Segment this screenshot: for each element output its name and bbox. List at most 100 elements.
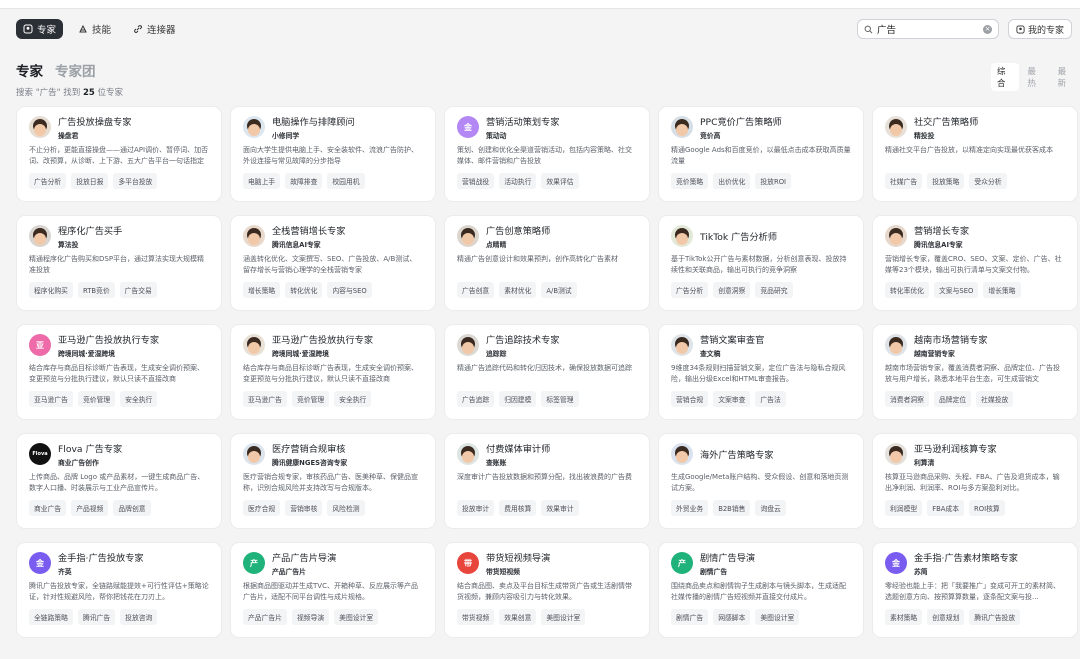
tag-chip: 投放审计 [457,500,495,516]
expert-card[interactable]: 亚马逊广告投放执行专家 跨境同城·爱湿跨境 结合库存与商品目标诊断广告表现，生成安全… [231,325,435,419]
tab-skills[interactable]: 技能 [71,19,118,39]
card-author: 腾讯信息AI专家 [914,241,963,249]
tag-chip: 效果创意 [499,609,537,625]
page-heading: 专家 专家团 [16,60,96,80]
card-title: 电脑操作与排障顾问 [272,117,355,128]
card-tags: 亚马逊广告 竞价管理 安全执行 [29,391,209,407]
tag-chip: 剧情广告 [671,609,709,625]
amazon-ads-logo-icon: 亚 [29,334,51,356]
my-experts-button[interactable]: 我的专家 [1008,19,1072,39]
flova-logo-icon: Flova [29,443,51,465]
expert-card[interactable]: 社交广告策略师 精投投 精通社交平台广告投放，以精准定向实现最优获客成本 社媒广告 投放… [873,107,1077,201]
tag-chip: ROI核算 [969,500,1005,516]
card-title-block: 付费媒体审计师 查账账 [486,441,550,467]
expert-card[interactable]: 越南市场营销专家 越南营销专家 越南市场营销专家，覆盖消费者洞察、品牌定位、广告投放… [873,325,1077,419]
tag-chip: 多平台投放 [113,173,158,189]
avatar [885,116,907,138]
card-author: 精投投 [914,132,935,140]
tag-chip: 视频导演 [291,609,330,625]
avatar-face-icon [248,342,260,354]
tab-experts[interactable]: 专家 [16,19,64,39]
card-header: 亚马逊利润核算专家 利算清 [885,443,1065,467]
card-description: 深度审计广告投放数据和预算分配，找出被浪费的广告费 [457,473,632,481]
expert-card[interactable]: Flova Flova 广告专家 商业广告创作 上传商品、品牌 Logo 或产品素材，… [17,434,221,528]
avatar [243,334,265,356]
expert-card[interactable]: 广告投放操盘专家 操盘君 不止分析，更能直接操盘——通过API调价、暂停词、加否词、… [17,107,221,201]
card-tags: 剧情广告 网感脚本 美图设计室 [671,609,851,625]
expert-card[interactable]: 营销增长专家 腾讯信息AI专家 营销增长专家，覆盖CRO、SEO、文案、定价、广告、… [873,216,1077,310]
card-header: 产剧情广告导演 剧情广告 [671,552,851,576]
card-title-block: 全栈营销增长专家 腾讯信息AI专家 [272,223,346,249]
expert-card[interactable]: 亚马逊利润核算专家 利算清 核算亚马逊商品采购、头程、FBA、广告及退货成本，输出净… [873,434,1077,528]
expert-card[interactable]: 广告创意策略师 点睛睛 精通广告创意设计和效果预判，创作高转化广告素材 广告创意 素材优… [445,216,649,310]
tag-chip: 标签管理 [541,391,579,407]
avatar-face-icon [248,451,260,463]
card-header: 亚亚马逊广告投放执行专家 跨境同城·爱湿跨境 [29,334,209,358]
tab-connectors[interactable]: 连接器 [126,19,183,39]
card-title: 营销增长专家 [914,226,970,237]
card-header: 医疗营销合规审核 腾讯健康NGES咨询专家 [243,443,423,467]
card-title-block: 营销文案审查官 查文稿 [700,332,764,358]
card-author: 越南营销专家 [914,350,955,358]
card-title: 医疗营销合规审核 [272,444,346,455]
sort-hottest[interactable]: 最热 [1021,63,1049,91]
card-description: 精通广告创意设计和效果预判，创作高转化广告素材 [457,255,618,263]
expert-card[interactable]: 海外广告策略专家 生成Google/Meta账户结构、受众假设、创意和落地页测试方… [659,434,863,528]
tag-chip: 亚马逊广告 [29,391,73,407]
card-description: 零经验也能上手：把「我要推广」变成可开工的素材简、选题创意方向、按预算算数量，逐… [885,582,1060,601]
avatar-face-icon [462,451,474,463]
card-title-block: 金手指·广告素材策略专家 苏简 [914,550,1018,576]
card-header: 亚马逊广告投放执行专家 跨境同城·爱湿跨境 [243,334,423,358]
tag-chip: 效果审计 [541,500,579,516]
tag-chip: 增长策略 [243,282,281,298]
card-title: 广告投放操盘专家 [58,117,132,128]
avatar-face-icon [890,451,902,463]
expert-card[interactable]: 亚亚马逊广告投放执行专家 跨境同城·爱湿跨境 结合库存与商品目标诊断广告表现，生成安… [17,325,221,419]
expert-card[interactable]: 全栈营销增长专家 腾讯信息AI专家 涵盖转化优化、文案撰写、SEO、广告投放、A/B… [231,216,435,310]
card-tags: 全链路策略 腾讯广告 投放咨询 [29,609,209,625]
clear-search-icon[interactable]: × [983,24,992,34]
card-description: 腾讯广告投放专家，全链路赋能提效+可行性评估+策略论证，针对性规避风险，帮你把钱… [29,582,209,601]
card-description: 上传商品、品牌 Logo 或产品素材，一键生成商品广告、数字人口播、时装展示与工… [29,473,205,492]
meitu-logo-icon: 产 [671,552,693,574]
expert-card[interactable]: 医疗营销合规审核 腾讯健康NGES咨询专家 医疗营销合规专家，审核药品广告、医美种草… [231,434,435,528]
heading-experts[interactable]: 专家 [16,60,43,80]
expert-card[interactable]: 带带货短视频导演 带货短视频 结合商品图、卖点及平台目标生成带货广告或生活剧情带货视… [445,543,649,637]
card-tags: 医疗合规 营销审核 风险检测 [243,500,423,516]
sort-comprehensive[interactable]: 综合 [991,63,1020,91]
tag-chip: 素材策略 [885,609,923,625]
expert-card[interactable]: 付费媒体审计师 查账账 深度审计广告投放数据和预算分配，找出被浪费的广告费 投放审计费… [445,434,649,528]
avatar-face-icon [890,342,902,354]
search-box[interactable]: × [857,19,999,39]
heading-expert-teams[interactable]: 专家团 [55,60,96,80]
card-description: 结合商品图、卖点及平台目标生成带货广告或生活剧情带货视频，兼顾内容吸引力与转化效… [457,582,632,601]
card-tags: 外贸业务 B2B销售 询盘云 [671,500,851,516]
tag-chip: 转化优化 [285,282,323,298]
expert-card[interactable]: 营销文案审查官 查文稿 9维度34条规则扫描营销文案，定位广告法与隐私合规风险，输出… [659,325,863,419]
card-tags: 转化率优化 文案与SEO 增长策略 [885,282,1065,298]
expert-card[interactable]: PPC竞价广告策略师 竞价高 精通Google Ads和百度竞价，以最低点击成本获取… [659,107,863,201]
tag-chip: 创意规划 [927,609,965,625]
tag-chip: 安全执行 [120,391,158,407]
expert-card[interactable]: 金金手指·广告投放专家 齐英 腾讯广告投放专家，全链路赋能提效+可行性评估+策略论证… [17,543,221,637]
card-tags: 亚马逊广告 竞价管理 安全执行 [243,391,423,407]
card-header: 营销增长专家 腾讯信息AI专家 [885,225,1065,249]
tag-chip: 社媒广告 [885,173,923,189]
search-input[interactable] [877,23,977,35]
expert-card[interactable]: 产剧情广告导演 剧情广告 围绕商品卖点和剧情钩子生成剧本与镜头脚本，生成适配社媒传播… [659,543,863,637]
tag-chip: 竞价管理 [77,391,116,407]
expert-card[interactable]: 电脑操作与排障顾问 小修同学 面向大学生提供电脑上手、安全装软件、流浪广告防护、外设… [231,107,435,201]
expert-card[interactable]: 广告追踪技术专家 追踪踪 精通广告追踪代码和转化归因技术，确保投放数据可追踪 广告追踪… [445,325,649,419]
card-title: Flova 广告专家 [58,444,123,455]
card-author: 策动动 [486,132,507,140]
card-tags: 带货视频 效果创意 美图设计室 [457,609,637,625]
avatar-face-icon [890,233,902,245]
card-title-block: 程序化广告买手 算法投 [58,223,122,249]
expert-card[interactable]: 产产品广告片导演 产品广告片 根据商品图驱动并生成TVC、开箱种草、反应展示等产品广… [231,543,435,637]
expert-card[interactable]: 金金手指·广告素材策略专家 苏简 零经验也能上手：把「我要推广」变成可开工的素材简、… [873,543,1077,637]
card-tags: 营销合规 文案审查 广告法 [671,391,851,407]
sort-newest[interactable]: 最新 [1052,63,1080,91]
expert-card[interactable]: 程序化广告买手 算法投 精通程序化广告购买和DSP平台，通过算法实现大规模精准投放程… [17,216,221,310]
expert-card[interactable]: 金营销活动策划专家 策动动 策划、创建和优化全渠道营销活动，包括内容策略、社交媒体、… [445,107,649,201]
expert-card[interactable]: TikTok 广告分析师 基于TikTok公开广告与素材数据，分析创意表现、投放持… [659,216,863,310]
